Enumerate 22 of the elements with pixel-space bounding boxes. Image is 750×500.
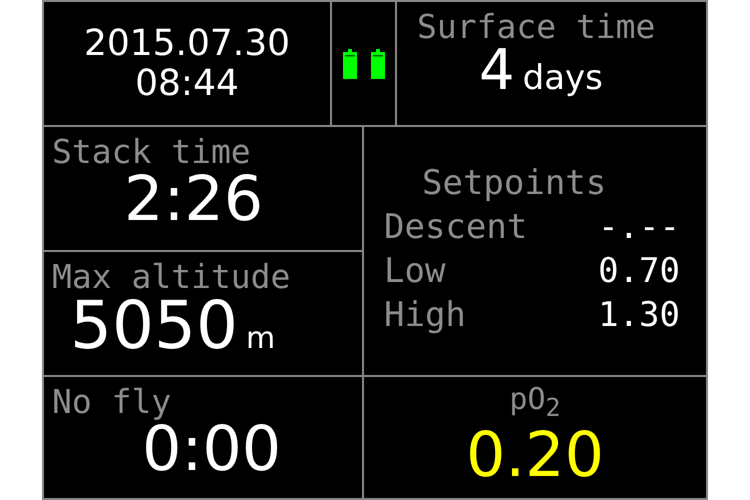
max-altitude-label: Max altitude: [51, 256, 292, 293]
battery-icon: [370, 48, 384, 78]
setpoint-value: -.--: [598, 206, 680, 249]
setpoint-label: Low: [384, 250, 446, 293]
surface-time-unit: days: [522, 58, 603, 98]
max-altitude-value: 5050: [70, 293, 238, 359]
time-text: 08:44: [135, 64, 239, 104]
no-fly-label: No fly: [51, 381, 172, 418]
stack-time-label: Stack time: [51, 131, 252, 168]
setpoints-title: Setpoints: [422, 162, 606, 205]
po2-label: pO$_{2}$: [509, 381, 561, 420]
max-altitude-unit: m: [246, 321, 276, 356]
setpoint-value: 1.30: [598, 294, 680, 337]
setpoint-value: 0.70: [598, 250, 680, 293]
surface-time-label: Surface time: [416, 6, 656, 43]
setpoint-label: High: [384, 294, 466, 337]
stack-time-value: 2:26: [124, 168, 264, 230]
setpoint-label: Descent: [384, 206, 528, 249]
po2-value: 0.20: [466, 424, 604, 486]
battery-icon: [342, 48, 356, 78]
surface-time-value: 4: [479, 43, 515, 99]
date-text: 2015.07.30: [84, 24, 290, 64]
